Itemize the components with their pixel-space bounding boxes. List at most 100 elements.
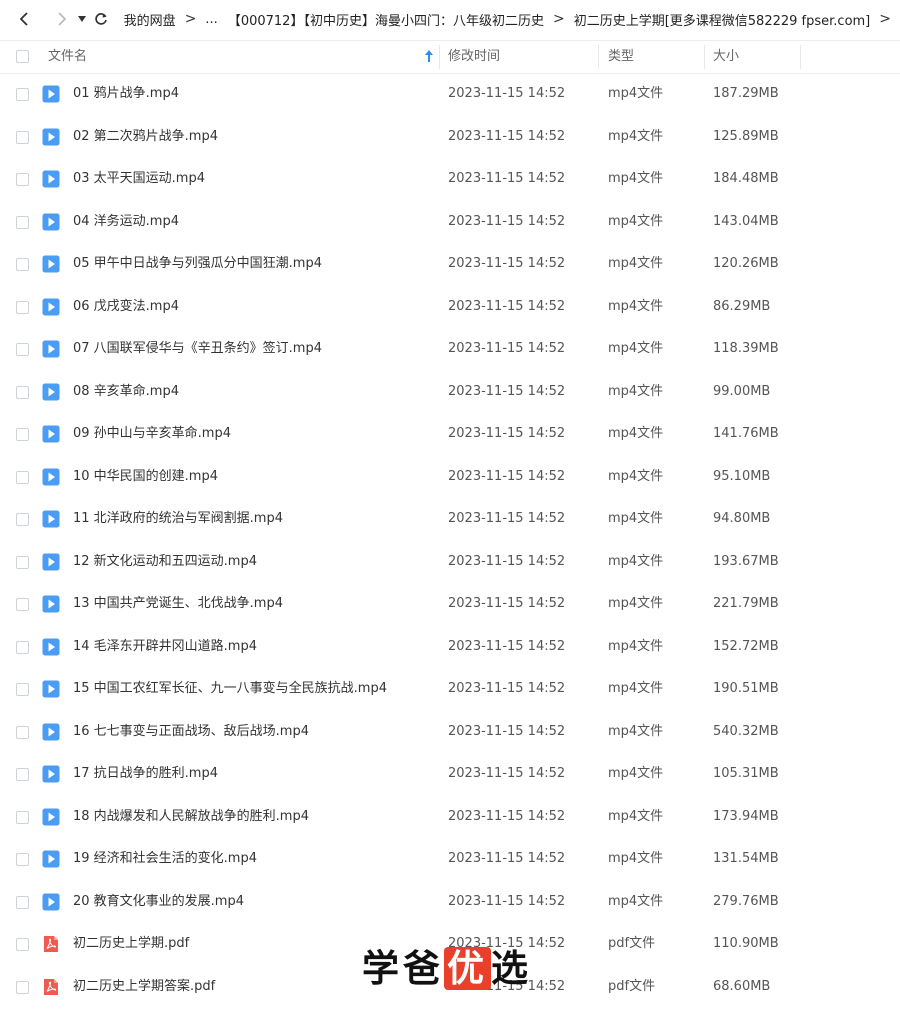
file-row[interactable]: 20 教育文化事业的发展.mp4 2023-11-15 14:52 mp4文件 279… bbox=[0, 881, 900, 924]
column-modified-header[interactable]: 修改时间 bbox=[448, 41, 500, 73]
file-row[interactable]: 10 中华民国的创建.mp4 2023-11-15 14:52 mp4文件 95.10… bbox=[0, 456, 900, 499]
file-row[interactable]: 03 太平天国运动.mp4 2023-11-15 14:52 mp4文件 184.48… bbox=[0, 158, 900, 201]
file-name[interactable]: 16 七七事变与正面战场、敌后战场.mp4 bbox=[73, 711, 309, 753]
file-row[interactable]: 07 八国联军侵华与《辛丑条约》签订.mp4 2023-11-15 14:52 mp… bbox=[0, 328, 900, 371]
breadcrumb-my-disk[interactable]: 我的网盘 bbox=[124, 10, 176, 29]
breadcrumb-ellipsis[interactable]: ... bbox=[205, 12, 217, 27]
file-name[interactable]: 11 北洋政府的统治与军阀割据.mp4 bbox=[73, 498, 283, 540]
breadcrumb-course-folder[interactable]: 【000712】【初中历史】海曼小四门：八年级初二历史 bbox=[228, 10, 544, 29]
file-type: mp4文件 bbox=[608, 383, 664, 399]
row-checkbox[interactable] bbox=[16, 725, 29, 739]
file-name[interactable]: 08 辛亥革命.mp4 bbox=[73, 371, 179, 413]
file-row[interactable]: 12 新文化运动和五四运动.mp4 2023-11-15 14:52 mp4文件 19… bbox=[0, 541, 900, 584]
file-name[interactable]: 14 毛泽东开辟井冈山道路.mp4 bbox=[73, 626, 257, 668]
file-name[interactable]: 15 中国工农红军长征、九一八事变与全民族抗战.mp4 bbox=[73, 668, 387, 710]
history-dropdown-icon[interactable] bbox=[76, 9, 88, 29]
file-name[interactable]: 06 戊戌变法.mp4 bbox=[73, 286, 179, 328]
row-checkbox[interactable] bbox=[16, 173, 29, 186]
row-checkbox[interactable] bbox=[16, 428, 29, 441]
file-name[interactable]: 10 中华民国的创建.mp4 bbox=[73, 456, 218, 498]
file-name[interactable]: 20 教育文化事业的发展.mp4 bbox=[73, 881, 244, 923]
file-name[interactable]: 13 中国共产党诞生、北伐战争.mp4 bbox=[73, 583, 283, 625]
row-checkbox[interactable] bbox=[16, 938, 29, 951]
file-row[interactable]: 19 经济和社会生活的变化.mp4 2023-11-15 14:52 mp4文件 13… bbox=[0, 838, 900, 881]
row-checkbox[interactable] bbox=[16, 555, 29, 569]
row-checkbox[interactable] bbox=[16, 343, 29, 356]
file-type: mp4文件 bbox=[608, 426, 664, 441]
file-row[interactable]: 14 毛泽东开辟井冈山道路.mp4 2023-11-15 14:52 mp4文件 15… bbox=[0, 626, 900, 669]
file-size: 110.90MB bbox=[713, 936, 779, 951]
chevron-right-icon: > bbox=[552, 11, 565, 27]
file-row[interactable]: 02 第二次鸦片战争.mp4 2023-11-15 14:52 mp4文件 125.8… bbox=[0, 116, 900, 159]
chevron-right-icon[interactable]: > bbox=[879, 11, 891, 27]
file-type: mp4文件 bbox=[608, 171, 664, 186]
column-type-header[interactable]: 类型 bbox=[608, 41, 634, 73]
breadcrumb-current-folder[interactable]: 初二历史上学期[更多课程微信582229 fpser.com] bbox=[574, 10, 871, 29]
file-row[interactable]: 08 辛亥革命.mp4 2023-11-15 14:52 mp4文件 99.00MB bbox=[0, 371, 900, 414]
file-name[interactable]: 初二历史上学期答案.pdf bbox=[73, 966, 215, 1008]
file-row[interactable]: 05 甲午中日战争与列强瓜分中国狂潮.mp4 2023-11-15 14:52 mp… bbox=[0, 243, 900, 286]
select-all-checkbox[interactable] bbox=[16, 50, 29, 63]
file-name[interactable]: 12 新文化运动和五四运动.mp4 bbox=[73, 541, 257, 583]
file-name[interactable]: 18 内战爆发和人民解放战争的胜利.mp4 bbox=[73, 796, 309, 838]
row-checkbox[interactable] bbox=[16, 810, 29, 824]
back-icon[interactable] bbox=[16, 9, 34, 29]
row-checkbox[interactable] bbox=[16, 385, 29, 399]
column-divider[interactable] bbox=[598, 45, 599, 69]
file-row[interactable]: 16 七七事变与正面战场、敌后战场.mp4 2023-11-15 14:52 mp4… bbox=[0, 711, 900, 754]
file-name[interactable]: 17 抗日战争的胜利.mp4 bbox=[73, 753, 218, 795]
row-checkbox[interactable] bbox=[16, 258, 29, 271]
file-row[interactable]: 01 鸦片战争.mp4 2023-11-15 14:52 mp4文件 187.29MB bbox=[0, 73, 900, 116]
file-modified-time: 2023-11-15 14:52 bbox=[448, 681, 566, 696]
file-name[interactable]: 19 经济和社会生活的变化.mp4 bbox=[73, 838, 257, 880]
row-checkbox[interactable] bbox=[16, 470, 29, 484]
file-modified-time: 2023-11-15 14:52 bbox=[448, 638, 566, 654]
file-modified-time: 2023-11-15 14:52 bbox=[448, 256, 566, 271]
row-checkbox[interactable] bbox=[16, 300, 29, 314]
file-name[interactable]: 02 第二次鸦片战争.mp4 bbox=[73, 116, 218, 158]
row-checkbox[interactable] bbox=[16, 88, 29, 101]
file-name[interactable]: 01 鸦片战争.mp4 bbox=[73, 73, 179, 115]
column-divider[interactable] bbox=[704, 45, 705, 69]
file-name[interactable]: 03 太平天国运动.mp4 bbox=[73, 158, 205, 200]
file-type: mp4文件 bbox=[608, 723, 664, 739]
refresh-icon[interactable] bbox=[92, 9, 110, 29]
file-name[interactable]: 05 甲午中日战争与列强瓜分中国狂潮.mp4 bbox=[73, 243, 322, 285]
column-name-header[interactable]: 文件名 bbox=[48, 41, 87, 73]
file-name[interactable]: 初二历史上学期.pdf bbox=[73, 923, 189, 965]
column-divider[interactable] bbox=[800, 45, 801, 69]
file-row[interactable]: 04 洋务运动.mp4 2023-11-15 14:52 mp4文件 143.04MB bbox=[0, 201, 900, 244]
forward-icon[interactable] bbox=[52, 9, 70, 29]
column-size-header[interactable]: 大小 bbox=[713, 41, 739, 73]
file-row[interactable]: 17 抗日战争的胜利.mp4 2023-11-15 14:52 mp4文件 105.3… bbox=[0, 753, 900, 796]
row-checkbox[interactable] bbox=[16, 215, 29, 229]
file-row[interactable]: 13 中国共产党诞生、北伐战争.mp4 2023-11-15 14:52 mp4文件… bbox=[0, 583, 900, 626]
file-name[interactable]: 07 八国联军侵华与《辛丑条约》签订.mp4 bbox=[73, 328, 322, 370]
row-checkbox[interactable] bbox=[16, 683, 29, 696]
file-size: 131.54MB bbox=[713, 851, 779, 866]
file-type: mp4文件 bbox=[608, 808, 664, 824]
row-checkbox[interactable] bbox=[16, 895, 29, 909]
row-checkbox[interactable] bbox=[16, 598, 29, 611]
file-row[interactable]: 09 孙中山与辛亥革命.mp4 2023-11-15 14:52 mp4文件 141.… bbox=[0, 413, 900, 456]
row-checkbox[interactable] bbox=[16, 980, 29, 994]
video-file-icon bbox=[42, 638, 60, 656]
file-row[interactable]: 15 中国工农红军长征、九一八事变与全民族抗战.mp4 2023-11-15 14… bbox=[0, 668, 900, 711]
watermark-logo: 学爸优选 bbox=[362, 947, 532, 990]
row-checkbox[interactable] bbox=[16, 853, 29, 866]
file-name[interactable]: 04 洋务运动.mp4 bbox=[73, 201, 179, 243]
row-checkbox[interactable] bbox=[16, 130, 29, 144]
file-row[interactable]: 11 北洋政府的统治与军阀割据.mp4 2023-11-15 14:52 mp4文件… bbox=[0, 498, 900, 541]
file-row[interactable]: 18 内战爆发和人民解放战争的胜利.mp4 2023-11-15 14:52 mp4… bbox=[0, 796, 900, 839]
file-type: pdf文件 bbox=[608, 936, 656, 951]
navigation-toolbar: 我的网盘 > ... 【000712】【初中历史】海曼小四门：八年级初二历史 >… bbox=[0, 0, 900, 38]
file-name[interactable]: 09 孙中山与辛亥革命.mp4 bbox=[73, 413, 231, 455]
row-checkbox[interactable] bbox=[16, 640, 29, 654]
sort-ascending-icon[interactable] bbox=[425, 50, 433, 66]
row-checkbox[interactable] bbox=[16, 768, 29, 781]
column-divider[interactable] bbox=[439, 45, 440, 69]
row-checkbox[interactable] bbox=[16, 513, 29, 526]
chevron-right-icon: > bbox=[184, 11, 197, 27]
video-file-icon bbox=[42, 680, 60, 698]
file-row[interactable]: 06 戊戌变法.mp4 2023-11-15 14:52 mp4文件 86.29MB bbox=[0, 286, 900, 329]
